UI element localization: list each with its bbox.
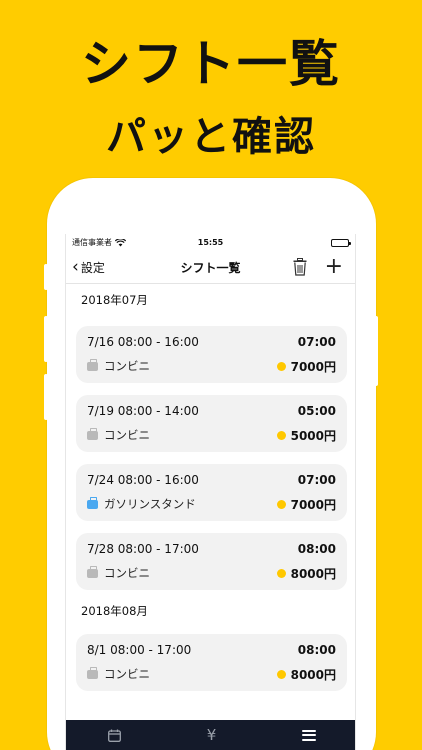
yen-icon: ¥ [206,726,217,744]
tab-calendar[interactable] [95,729,135,742]
battery-icon [331,238,351,247]
briefcase-icon [87,496,98,509]
briefcase-icon [87,427,98,440]
shift-pay-label: 7000円 [290,498,336,512]
shift-place: コンビニ [87,565,150,581]
shift-time-range: 7/24 08:00 - 16:00 [87,473,199,487]
coin-icon [276,431,286,440]
shift-pay: 8000円 [276,565,336,582]
shift-pay-label: 8000円 [290,668,336,682]
section-header: 2018年07月 [81,293,148,307]
shift-place-label: コンビニ [104,359,150,373]
shift-pay: 5000円 [276,427,336,444]
coin-icon [276,500,286,509]
shift-place-label: ガソリンスタンド [104,497,196,511]
status-bar: 通信事業者 15:55 [66,234,355,251]
list-icon [301,729,316,741]
coin-icon [276,362,286,371]
shift-pay: 7000円 [276,358,336,375]
trash-icon[interactable] [293,258,307,276]
chevron-left-icon: ‹ [72,256,79,277]
shift-place: ガソリンスタンド [87,496,196,512]
shift-pay: 7000円 [276,496,336,513]
shift-place-label: コンビニ [104,566,150,580]
shift-card[interactable]: 8/1 08:00 - 17:00 08:00 コンビニ 8000円 [76,634,347,691]
shift-pay-label: 8000円 [290,567,336,581]
shift-time-range: 7/28 08:00 - 17:00 [87,542,199,556]
shift-card[interactable]: 7/28 08:00 - 17:00 08:00 コンビニ 8000円 [76,533,347,590]
phone-volume-down [44,374,48,420]
shift-duration: 08:00 [297,542,336,556]
briefcase-icon [87,358,98,371]
shift-duration: 05:00 [297,404,336,418]
shift-duration: 07:00 [297,335,336,349]
shift-place: コンビニ [87,358,150,374]
shift-card[interactable]: 7/16 08:00 - 16:00 07:00 コンビニ 7000円 [76,326,347,383]
promo-subheadline: パッと確認 [106,114,316,160]
briefcase-icon [87,666,98,679]
shift-duration: 08:00 [297,643,336,657]
tab-bar: ¥ [66,720,355,750]
shift-pay-label: 5000円 [290,429,336,443]
back-label: 設定 [80,260,105,275]
back-button[interactable]: ‹ 設定 [66,256,105,277]
shift-place-label: コンビニ [104,667,150,681]
app-screen: 通信事業者 15:55 ‹ 設定 シフト一覧 + 2018年07月 7/16 0… [65,234,356,750]
calendar-icon [108,729,121,742]
shift-place-label: コンビニ [104,428,150,442]
shift-time-range: 8/1 08:00 - 17:00 [87,643,192,657]
shift-place: コンビニ [87,666,150,682]
tab-salary[interactable]: ¥ [192,726,232,744]
promo-headline: シフト一覧 [81,35,341,93]
phone-volume-up [44,316,48,362]
status-time: 15:55 [197,238,224,247]
phone-mute-switch [44,264,48,290]
shift-card[interactable]: 7/24 08:00 - 16:00 07:00 ガソリンスタンド 7000円 [76,464,347,521]
shift-time-range: 7/16 08:00 - 16:00 [87,335,199,349]
coin-icon [276,670,286,679]
shift-time-range: 7/19 08:00 - 14:00 [87,404,199,418]
shift-place: コンビニ [87,427,150,443]
shift-duration: 07:00 [297,473,336,487]
add-shift-button[interactable]: + [325,256,343,278]
navigation-bar: ‹ 設定 シフト一覧 + [66,251,355,284]
shift-pay-label: 7000円 [290,360,336,374]
tab-list[interactable] [289,729,329,741]
shift-card[interactable]: 7/19 08:00 - 14:00 05:00 コンビニ 5000円 [76,395,347,452]
phone-power-button [374,316,378,386]
briefcase-icon [87,565,98,578]
coin-icon [276,569,286,578]
section-header: 2018年08月 [81,604,148,618]
shift-pay: 8000円 [276,666,336,683]
